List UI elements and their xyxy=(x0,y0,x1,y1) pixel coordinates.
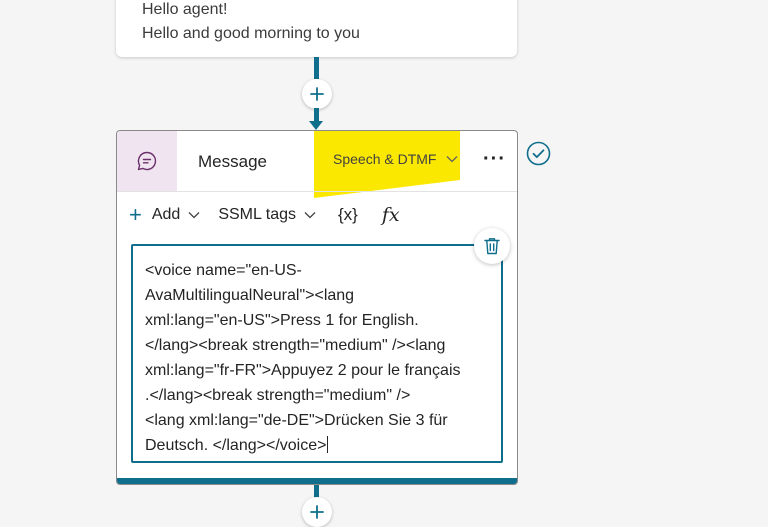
chevron-down-icon xyxy=(188,212,200,219)
formula-icon[interactable]: fx xyxy=(382,204,400,226)
plus-icon: + xyxy=(129,202,142,227)
variable-icon[interactable]: {x} xyxy=(338,205,358,225)
node-type-icon-box xyxy=(117,131,177,191)
chevron-down-icon xyxy=(304,212,316,219)
formula-label: fx xyxy=(381,204,400,226)
editor-line: AvaMultilingualNeural"><lang xyxy=(145,287,355,304)
plus-icon xyxy=(310,87,324,101)
ssml-text-editor[interactable]: <voice name="en-US- AvaMultilingualNeura… xyxy=(131,244,503,463)
editor-line: Deutsch. </lang></voice> xyxy=(145,437,327,454)
editor-toolbar: + Add SSML tags {x} fx xyxy=(129,202,400,228)
more-options-button[interactable]: ··· xyxy=(483,149,506,169)
text-caret xyxy=(327,436,329,453)
message-line: Hello and good morning to you xyxy=(142,25,360,42)
editor-line: xml:lang="fr-FR">Appuyez 2 pour le franç… xyxy=(145,362,461,379)
speech-dtmf-dropdown[interactable]: Speech & DTMF xyxy=(333,151,458,167)
node-title: Message xyxy=(198,152,267,171)
add-node-button[interactable] xyxy=(302,497,332,527)
divider xyxy=(117,191,517,192)
trash-icon xyxy=(484,238,500,255)
editor-line: <lang xml:lang="de-DE">Drücken Sie 3 für xyxy=(145,412,448,429)
add-label: Add xyxy=(151,206,181,223)
node-bottom-bar xyxy=(117,478,517,484)
dropdown-label: Speech & DTMF xyxy=(333,151,437,167)
delete-button[interactable] xyxy=(474,228,510,264)
editor-line: .</lang><break strength="medium" /> xyxy=(145,387,411,404)
editor-line: xml:lang="en-US">Press 1 for English. xyxy=(145,312,419,329)
plus-icon xyxy=(310,505,324,519)
variable-label: {x} xyxy=(338,205,358,224)
add-node-button[interactable] xyxy=(302,79,332,109)
arrow-down-icon xyxy=(309,121,323,130)
previous-message-card[interactable]: Hello agent! Hello and good morning to y… xyxy=(116,0,517,57)
message-node[interactable]: Message Speech & DTMF ··· + Add SSML tag… xyxy=(116,130,518,485)
ssml-tags-label: SSML tags xyxy=(218,206,296,223)
editor-line: <voice name="en-US- xyxy=(145,262,302,279)
flow-connector xyxy=(314,57,319,79)
ssml-tags-button[interactable]: SSML tags xyxy=(218,206,316,224)
check-circle-icon xyxy=(526,141,551,166)
chevron-down-icon xyxy=(447,156,458,163)
editor-line: </lang><break strength="medium" /><lang xyxy=(145,337,446,354)
message-line: Hello agent! xyxy=(142,1,228,18)
chat-bubble-icon xyxy=(137,151,157,171)
add-button[interactable]: + Add xyxy=(129,202,200,227)
